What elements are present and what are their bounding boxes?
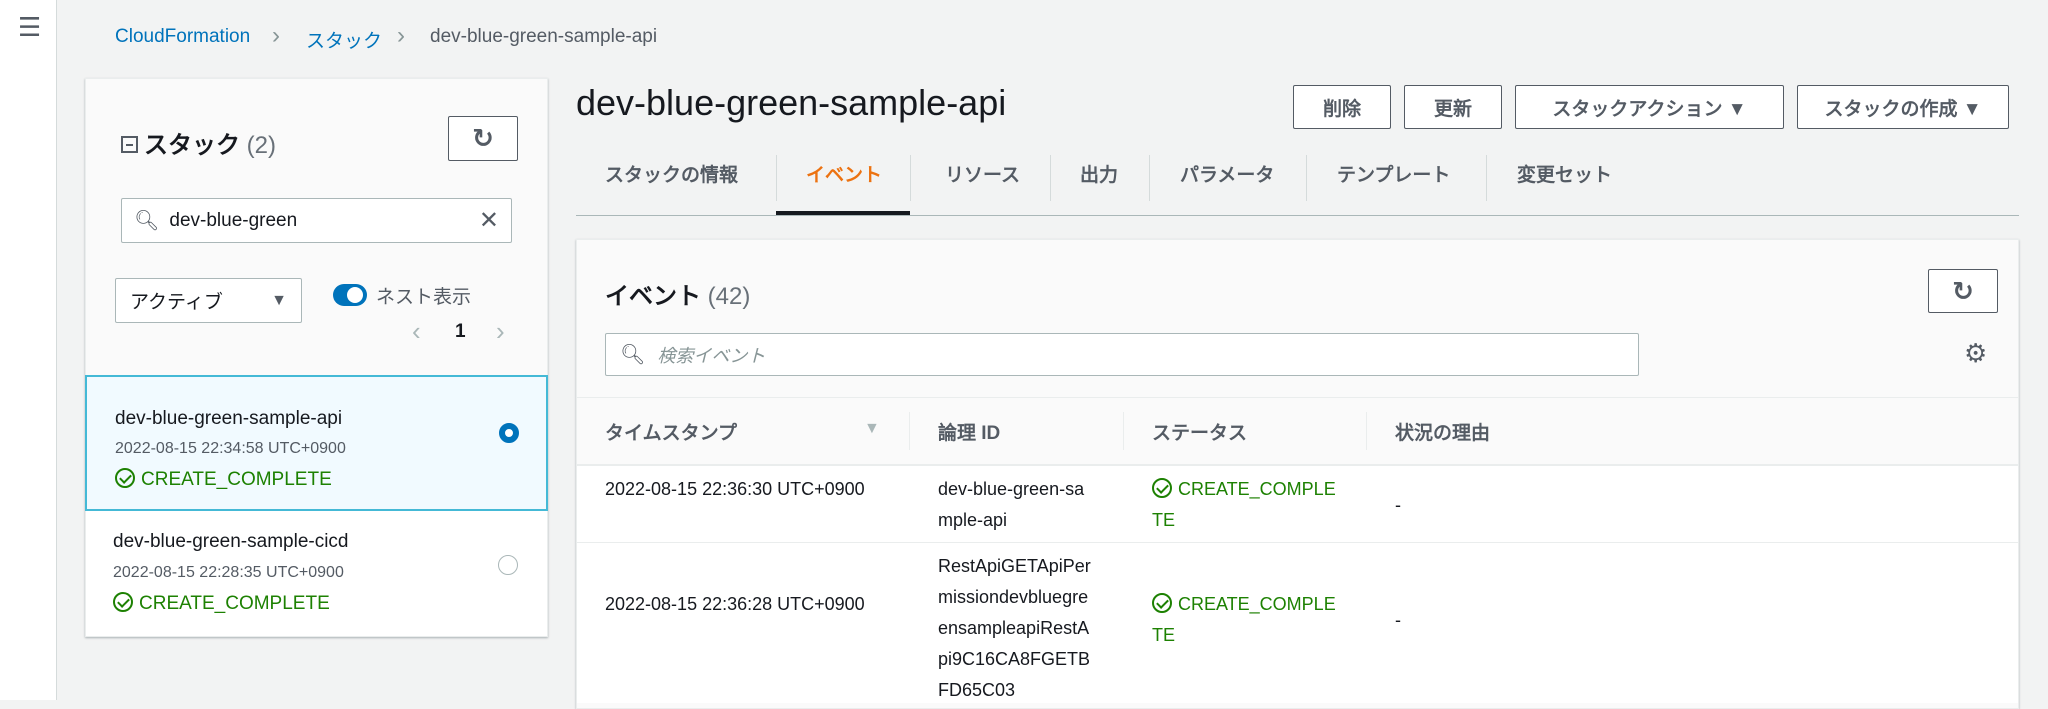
events-header: イベント (42): [605, 276, 750, 311]
status-filter-value: アクティブ: [130, 292, 223, 313]
cell-logical-id: dev-blue-green-sample-api: [938, 479, 1085, 530]
caret-down-icon: ▼: [271, 291, 287, 309]
hamburger-icon[interactable]: ☰: [18, 12, 41, 43]
nested-toggle-label: ネスト表示: [376, 287, 472, 308]
cell-timestamp: 2022-08-15 22:36:28 UTC+0900: [605, 594, 865, 614]
column-header-status[interactable]: ステータス: [1152, 418, 1247, 445]
status-text: CREATE_COMPLETE: [1152, 479, 1336, 530]
breadcrumb-cloudformation[interactable]: CloudFormation: [115, 26, 250, 48]
table-row: 2022-08-15 22:36:30 UTC+0900 dev-blue-gr…: [577, 466, 2018, 543]
tab-divider: [776, 155, 777, 201]
breadcrumb-stacks[interactable]: スタック: [306, 26, 382, 53]
tab-stack-info[interactable]: スタックの情報: [605, 160, 738, 187]
collapse-icon[interactable]: [121, 136, 138, 153]
refresh-icon: ↻: [472, 123, 494, 153]
events-search-input[interactable]: 🔍︎ 検索イベント: [605, 333, 1639, 376]
tab-template[interactable]: テンプレート: [1337, 160, 1450, 187]
breadcrumb-current: dev-blue-green-sample-api: [430, 26, 658, 47]
tab-divider: [910, 155, 911, 201]
breadcrumb-link[interactable]: スタック: [306, 31, 382, 52]
delete-button[interactable]: 削除: [1293, 85, 1391, 129]
tab-divider: [1306, 155, 1307, 201]
stacks-count: (2): [246, 132, 277, 159]
status-filter-select[interactable]: アクティブ ▼: [115, 278, 302, 323]
refresh-stacks-button[interactable]: ↻: [448, 116, 518, 161]
radio-selected[interactable]: [499, 423, 519, 443]
prev-page-icon[interactable]: ‹: [412, 316, 421, 347]
column-header-timestamp[interactable]: タイムスタンプ: [605, 418, 737, 445]
cell-timestamp: 2022-08-15 22:36:30 UTC+0900: [605, 479, 865, 499]
cell-reason: -: [1395, 610, 1401, 630]
radio-unselected[interactable]: [498, 555, 518, 575]
chevron-right-icon: ›: [272, 22, 280, 49]
page-title: dev-blue-green-sample-api: [576, 82, 1007, 123]
stack-name: dev-blue-green-sample-api: [115, 408, 343, 429]
stack-status: CREATE_COMPLETE: [115, 468, 332, 491]
settings-gear-icon[interactable]: ⚙: [1964, 338, 1987, 369]
column-header-reason[interactable]: 状況の理由: [1395, 418, 1490, 445]
success-icon: [1152, 593, 1172, 613]
success-icon: [1152, 478, 1172, 498]
cell-reason: -: [1395, 495, 1401, 515]
stack-list-item[interactable]: dev-blue-green-sample-cicd 2022-08-15 22…: [86, 511, 547, 636]
breadcrumb-link[interactable]: CloudFormation: [115, 26, 250, 47]
nested-toggle[interactable]: [333, 284, 367, 306]
stack-search-input[interactable]: 🔍︎ dev-blue-green ✕: [121, 198, 512, 243]
stack-list-item[interactable]: dev-blue-green-sample-api 2022-08-15 22:…: [85, 375, 548, 511]
active-tab-indicator: [776, 211, 910, 215]
status-text: CREATE_COMPLETE: [1152, 594, 1336, 645]
create-stack-button[interactable]: スタックの作成 ▼: [1797, 85, 2009, 129]
events-title: イベント: [605, 283, 701, 310]
stack-name: dev-blue-green-sample-cicd: [113, 531, 349, 552]
table-header: [577, 397, 2018, 466]
stack-created: 2022-08-15 22:34:58 UTC+0900: [115, 440, 346, 457]
stacks-header: スタック (2): [121, 125, 276, 160]
cell-status: CREATE_COMPLETE: [1152, 589, 1342, 651]
refresh-icon: ↻: [1952, 275, 1974, 306]
column-divider[interactable]: [1366, 412, 1367, 450]
next-page-icon[interactable]: ›: [496, 316, 505, 347]
stack-created: 2022-08-15 22:28:35 UTC+0900: [113, 564, 344, 581]
tab-outputs[interactable]: 出力: [1080, 160, 1118, 187]
success-icon: [115, 468, 135, 488]
events-search-placeholder[interactable]: 検索イベント: [657, 342, 765, 368]
update-button[interactable]: 更新: [1404, 85, 1502, 129]
search-icon: 🔍︎: [134, 210, 160, 232]
cell-logical-id: RestApiGETApiPermissiondevbluegreensampl…: [938, 556, 1091, 700]
tab-events[interactable]: イベント: [806, 160, 882, 187]
events-count: (42): [707, 283, 751, 310]
side-navigation: [0, 0, 57, 700]
tab-divider: [1050, 155, 1051, 201]
clear-icon[interactable]: ✕: [479, 206, 499, 235]
page-number[interactable]: 1: [455, 321, 466, 343]
chevron-right-icon: ›: [397, 22, 405, 49]
column-header-logical-id[interactable]: 論理 ID: [938, 418, 1000, 445]
search-icon: 🔍︎: [620, 344, 646, 366]
column-divider[interactable]: [909, 412, 910, 450]
status-text: CREATE_COMPLETE: [139, 593, 330, 614]
column-divider[interactable]: [1123, 412, 1124, 450]
stack-search-value[interactable]: dev-blue-green: [169, 210, 479, 232]
stack-actions-button[interactable]: スタックアクション ▼: [1515, 85, 1784, 129]
stack-status: CREATE_COMPLETE: [113, 592, 330, 615]
table-row: 2022-08-15 22:36:28 UTC+0900 RestApiGETA…: [577, 543, 2018, 703]
tab-parameters[interactable]: パラメータ: [1180, 160, 1274, 187]
cell-status: CREATE_COMPLETE: [1152, 474, 1342, 536]
tab-divider: [1149, 155, 1150, 201]
sort-descending-icon[interactable]: ▼: [864, 420, 880, 438]
tab-change-sets[interactable]: 変更セット: [1517, 160, 1612, 187]
success-icon: [113, 592, 133, 612]
stacks-title: スタック: [144, 132, 240, 159]
tabs-underline: [576, 215, 2019, 216]
refresh-events-button[interactable]: ↻: [1928, 269, 1998, 313]
tab-resources[interactable]: リソース: [945, 160, 1020, 187]
status-text: CREATE_COMPLETE: [141, 469, 332, 490]
tab-divider: [1486, 155, 1487, 201]
